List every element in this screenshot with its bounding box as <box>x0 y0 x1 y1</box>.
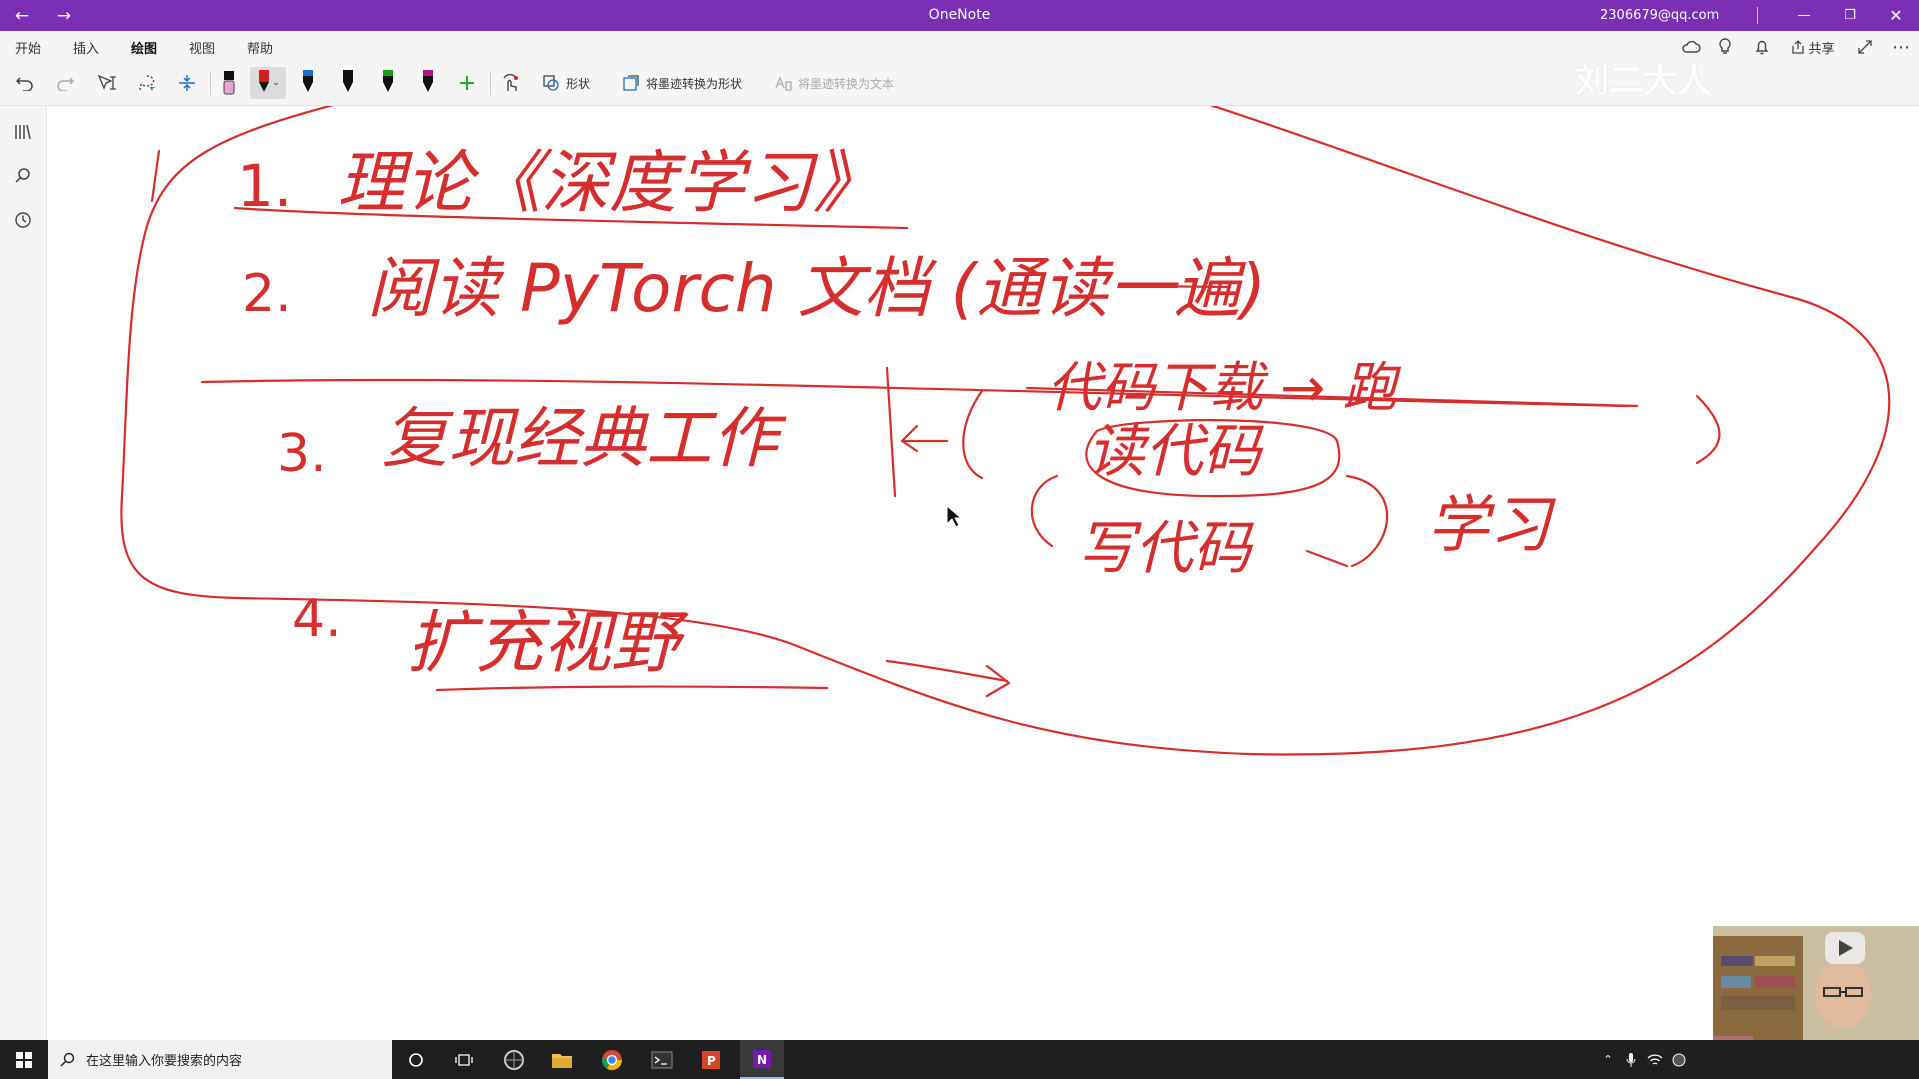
ink-tick-1 <box>150 149 161 203</box>
onenote-taskbar-icon[interactable]: N <box>740 1040 784 1079</box>
ink-learn: 学习 <box>1427 488 1556 561</box>
minimize-icon[interactable]: — <box>1784 0 1824 31</box>
network-icon[interactable] <box>1644 1040 1666 1079</box>
task-view-icon[interactable] <box>444 1040 484 1079</box>
windows-taskbar: 在这里输入你要搜索的内容 P N ⌃ <box>0 1040 1919 1079</box>
close-icon[interactable]: ✕ <box>1876 0 1916 31</box>
lasso-select-icon[interactable] <box>132 67 162 99</box>
tab-insert[interactable]: 插入 <box>73 38 99 57</box>
ink-layer[interactable]: 1. 理论《深度学习》 2. 阅读 PyTorch 文档 (通读一遍) 3. 复… <box>47 102 1919 1040</box>
ink-to-shape-button[interactable]: 将墨迹转换为形状 <box>612 67 752 99</box>
tray-chevron-up-icon[interactable]: ⌃ <box>1597 1040 1619 1079</box>
app-icon-circle[interactable] <box>494 1040 534 1079</box>
restore-icon[interactable]: ❐ <box>1830 0 1870 31</box>
ink-underline-2 <box>1135 284 1229 289</box>
search-icon[interactable] <box>8 161 38 191</box>
pen-black-2[interactable] <box>336 67 360 99</box>
svg-text:P: P <box>707 1054 716 1068</box>
ink-item1-text: 理论《深度学习》 <box>337 144 881 223</box>
tab-draw[interactable]: 绘图 <box>131 38 158 63</box>
highlighter-pen[interactable] <box>217 67 241 99</box>
ink-to-shape-label: 将墨迹转换为形状 <box>645 76 742 91</box>
ink-item2-number: 2. <box>242 264 292 324</box>
recent-clock-icon[interactable] <box>8 205 38 235</box>
undo-icon[interactable] <box>10 67 40 99</box>
windows-start-icon[interactable] <box>0 1040 48 1079</box>
ink-item2-text: 阅读 PyTorch 文档 (通读一遍) <box>367 250 1266 327</box>
ink-arrow-4 <box>885 659 1011 698</box>
ink-branch-write: 写代码 <box>1077 514 1254 582</box>
ink-to-text-button[interactable]: 将墨迹转换为文本 <box>764 67 904 99</box>
note-canvas[interactable]: 1. 理论《深度学习》 2. 阅读 PyTorch 文档 (通读一遍) 3. 复… <box>47 102 1919 1040</box>
expand-icon[interactable] <box>1850 31 1880 63</box>
notebooks-icon[interactable] <box>8 117 38 147</box>
toolbar-divider <box>490 71 491 95</box>
search-icon <box>60 1052 75 1067</box>
more-options-icon[interactable]: ⋯ <box>1886 31 1916 63</box>
tray-app-icon[interactable] <box>1668 1040 1690 1079</box>
ink-item3-text: 复现经典工作 <box>382 400 787 477</box>
ink-item4-text: 扩充视野 <box>407 604 689 683</box>
account-email[interactable]: 2306679@qq.com <box>1600 0 1719 31</box>
share-button[interactable]: 共享 <box>1785 31 1841 63</box>
ink-close-paren <box>1695 394 1721 465</box>
pen-purple[interactable] <box>416 67 440 99</box>
ink-branch-top: 代码下载 → 跑 <box>1047 356 1402 419</box>
cortana-icon[interactable] <box>396 1040 436 1079</box>
share-label: 共享 <box>1808 41 1835 57</box>
ink-item4-number: 4. <box>292 589 342 649</box>
ink-to-text-label: 将墨迹转换为文本 <box>797 76 894 91</box>
shapes-button[interactable]: 形状 <box>536 67 596 99</box>
pen-black-1[interactable] <box>296 67 320 99</box>
add-pen-icon[interactable]: + <box>452 67 482 99</box>
titlebar-divider <box>1757 7 1758 24</box>
ink-left-brace <box>1030 474 1059 548</box>
ink-open-paren <box>962 389 984 480</box>
file-explorer-icon[interactable] <box>542 1040 582 1079</box>
chrome-icon[interactable] <box>592 1040 632 1079</box>
redo-icon[interactable] <box>50 67 80 99</box>
taskbar-search-placeholder: 在这里输入你要搜索的内容 <box>86 1054 243 1069</box>
bell-icon[interactable] <box>1747 31 1777 63</box>
tab-help[interactable]: 帮助 <box>247 38 273 57</box>
add-space-icon[interactable] <box>172 67 202 99</box>
lightbulb-icon[interactable] <box>1710 31 1740 63</box>
ink-underline-4 <box>435 685 829 692</box>
toolbar-divider <box>210 71 211 95</box>
shapes-label: 形状 <box>565 76 590 91</box>
forward-icon[interactable]: → <box>44 0 84 31</box>
pen-green[interactable] <box>376 67 400 99</box>
microphone-icon[interactable] <box>1620 1040 1642 1079</box>
pen-red-selected[interactable]: ⌄ <box>250 67 286 99</box>
powerpoint-icon[interactable]: P <box>690 1040 732 1079</box>
ink-item3-number: 3. <box>277 424 327 484</box>
tab-view[interactable]: 视图 <box>189 38 215 57</box>
select-text-icon[interactable] <box>92 67 122 99</box>
chevron-down-icon: ⌄ <box>272 78 280 88</box>
left-nav-rail <box>0 106 47 1040</box>
taskbar-search-input[interactable]: 在这里输入你要搜索的内容 <box>48 1040 392 1079</box>
title-bar: ← → OneNote 2306679@qq.com — ❐ ✕ <box>0 0 1919 31</box>
back-icon[interactable]: ← <box>2 0 42 31</box>
cursor-icon <box>946 505 962 528</box>
ink-left-arrow <box>900 424 949 453</box>
svg-text:N: N <box>757 1053 767 1067</box>
tab-home[interactable]: 开始 <box>15 38 41 57</box>
touch-draw-icon[interactable] <box>496 67 526 99</box>
channel-watermark: 刘二大人 <box>1575 61 1711 101</box>
ink-right-brace <box>1305 474 1389 568</box>
terminal-icon[interactable] <box>642 1040 682 1079</box>
